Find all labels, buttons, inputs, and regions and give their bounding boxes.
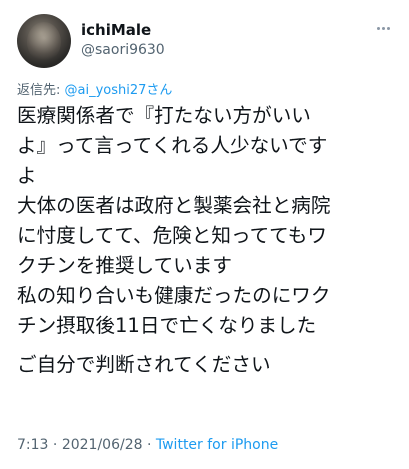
- meta-separator: ·: [48, 437, 62, 453]
- tweet-date[interactable]: 2021/06/28: [62, 437, 143, 453]
- tweet-text-line: ご自分で判断されてください: [17, 353, 271, 376]
- avatar-image: [27, 22, 61, 62]
- tweet-text-line: 私の知り合いも健康だったのにワク: [17, 284, 331, 307]
- more-options-icon[interactable]: [371, 18, 395, 38]
- more-dot: [386, 26, 390, 30]
- user-handle[interactable]: @saori9630: [81, 42, 165, 58]
- tweet-meta: 7:13 · 2021/06/28 · Twitter for iPhone: [17, 437, 278, 453]
- tweet-text-line: よ: [17, 164, 37, 187]
- reply-to-line: 返信先: @ai_yoshi27さん: [17, 79, 172, 98]
- more-dot: [381, 26, 385, 30]
- tweet-card: ichiMale @saori9630 返信先: @ai_yoshi27さん 医…: [0, 0, 409, 469]
- tweet-text: 医療関係者で『打たない方がいい よ』って言ってくれる人少ないです よ 大体の医者…: [17, 101, 401, 380]
- reply-to-prefix: 返信先:: [17, 83, 65, 98]
- avatar[interactable]: [17, 14, 71, 68]
- more-dot: [376, 26, 380, 30]
- tweet-text-line: 大体の医者は政府と製薬会社と病院: [17, 194, 331, 217]
- reply-to-mention-link[interactable]: @ai_yoshi27さん: [65, 83, 173, 98]
- tweet-text-line: チン摂取後11日で亡くなりました: [17, 314, 317, 337]
- tweet-text-line: に忖度してて、危険と知っててもワ: [17, 224, 327, 247]
- tweet-text-line: 医療関係者で『打たない方がいい: [17, 104, 311, 127]
- display-name[interactable]: ichiMale: [81, 21, 151, 39]
- tweet-time[interactable]: 7:13: [17, 437, 48, 453]
- tweet-text-line: クチンを推奨しています: [17, 254, 232, 277]
- tweet-source-link[interactable]: Twitter for iPhone: [156, 437, 278, 453]
- meta-separator: ·: [142, 437, 156, 453]
- tweet-text-line: よ』って言ってくれる人少ないです: [17, 134, 328, 157]
